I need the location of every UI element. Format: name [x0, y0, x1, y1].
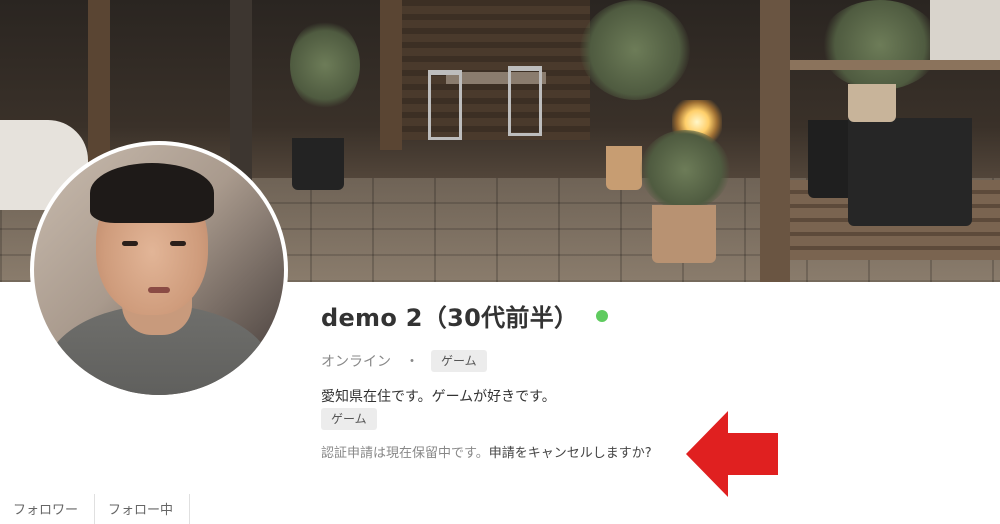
profile-bio: 愛知県在住です。ゲームが好きです。: [321, 389, 556, 405]
profile-header: demo 2（30代前半）: [321, 298, 609, 333]
following-label: フォロー中: [108, 503, 174, 518]
profile-name: demo 2（30代前半）: [321, 304, 579, 332]
follow-stats: フォロワー フォロー中: [0, 494, 191, 524]
followers-label: フォロワー: [13, 503, 79, 518]
cancel-verification-link[interactable]: 申請をキャンセルしますか?: [489, 446, 652, 461]
online-status-text: オンライン: [321, 354, 391, 370]
avatar: [30, 141, 288, 399]
verification-status: 認証申請は現在保留中です。申請をキャンセルしますか?: [321, 442, 652, 461]
profile-page: demo 2（30代前半） オンライン ・ ゲーム 愛知県在住です。ゲームが好き…: [0, 0, 1000, 524]
red-arrow-icon: [686, 411, 778, 497]
following-stat[interactable]: フォロー中: [95, 494, 191, 524]
interest-tags: ゲーム: [321, 408, 377, 430]
status-tag: ゲーム: [431, 350, 487, 372]
interest-tag: ゲーム: [321, 408, 377, 430]
status-separator: ・: [405, 354, 419, 370]
online-status-indicator: [596, 309, 609, 322]
followers-stat[interactable]: フォロワー: [0, 494, 96, 524]
status-row: オンライン ・ ゲーム: [321, 350, 487, 372]
verification-pending-text: 認証申請は現在保留中です。: [321, 446, 489, 461]
